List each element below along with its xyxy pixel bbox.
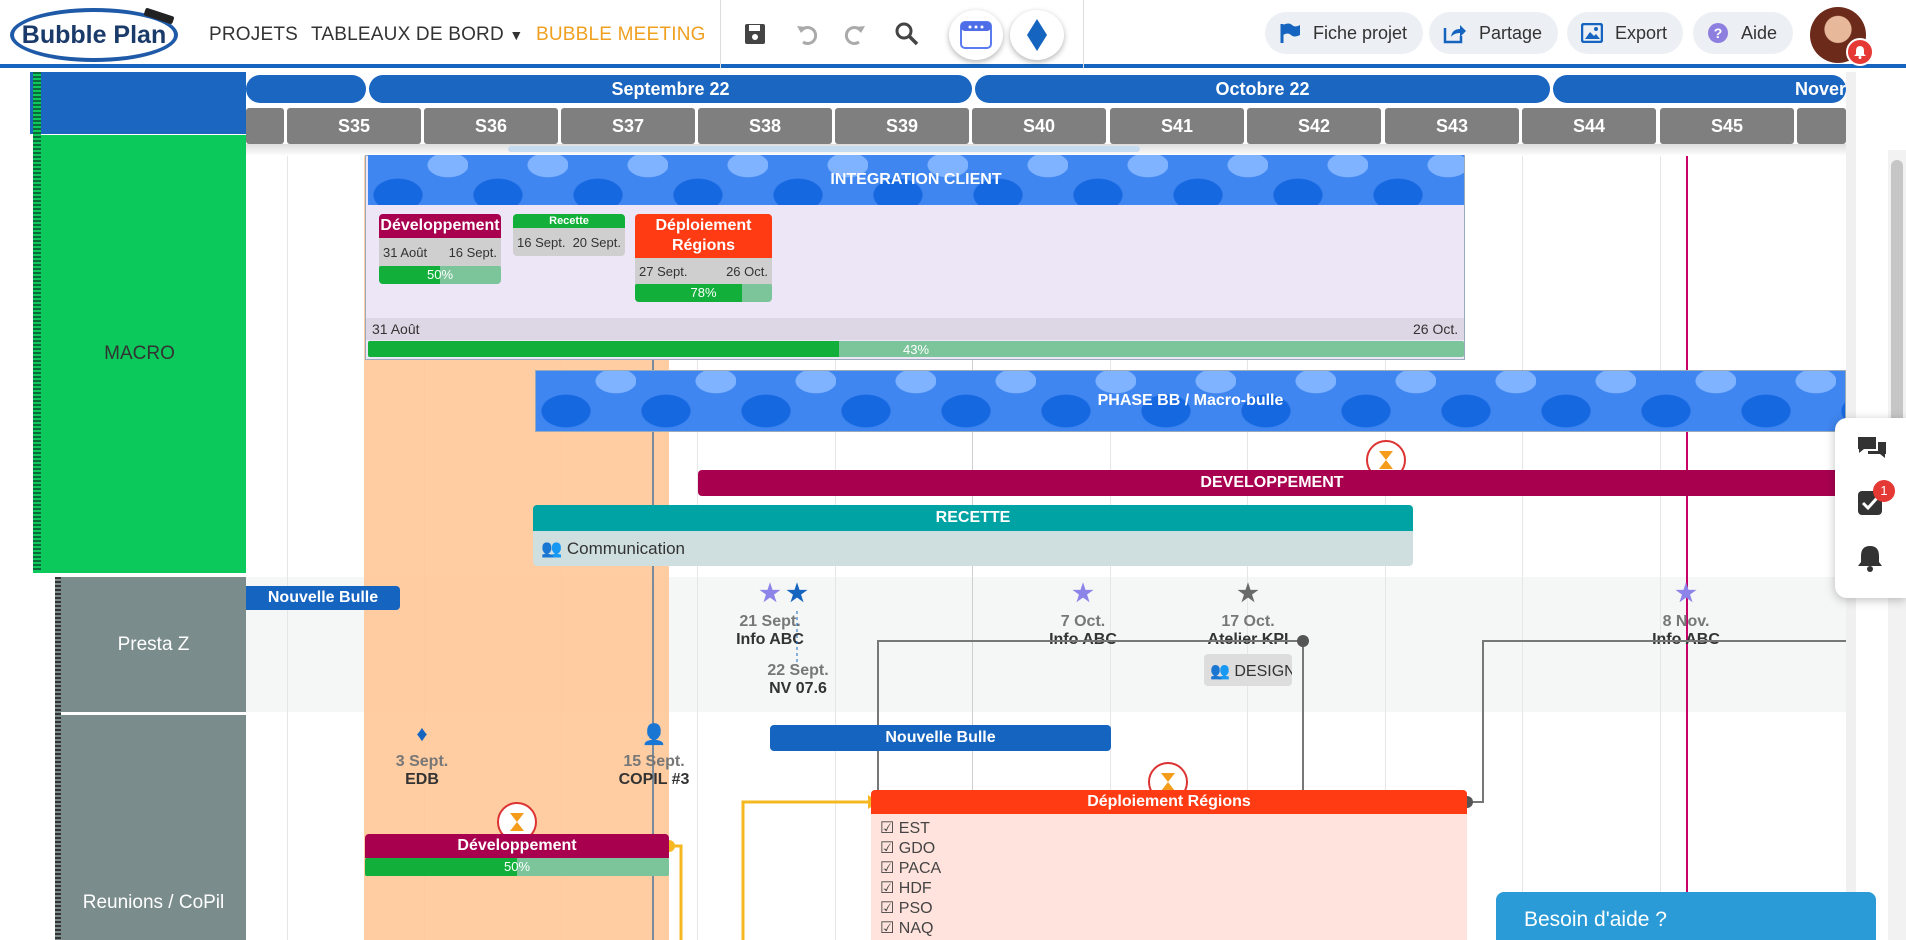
reunion-1-date: 3 Sept. xyxy=(395,753,449,770)
deploiement-regions-bar[interactable]: Déploiement Régions xyxy=(871,790,1467,814)
side-panel: 1 xyxy=(1835,418,1906,598)
chat-icon[interactable] xyxy=(1856,434,1888,467)
check-est[interactable]: EST xyxy=(880,818,930,838)
check-pso[interactable]: PSO xyxy=(880,898,933,918)
reunion-2-date: 15 Sept. xyxy=(623,753,685,770)
besoin-aide-button[interactable]: Besoin d'aide ? xyxy=(1496,892,1876,940)
reunion-2[interactable]: 15 Sept. COPIL #3 xyxy=(604,753,704,789)
developpement-reunion-bar[interactable]: Développement xyxy=(365,834,669,858)
reunion-1[interactable]: 3 Sept. EDB xyxy=(382,753,462,789)
diamond-milestone-icon[interactable]: ♦ xyxy=(402,723,442,745)
developpement-reunion-progress: 50% xyxy=(365,858,669,876)
developpement-reunion-progress-label: 50% xyxy=(503,859,531,874)
check-paca[interactable]: PACA xyxy=(880,858,941,878)
reunion-1-label: EDB xyxy=(405,771,439,788)
reunion-2-label: COPIL #3 xyxy=(618,771,690,788)
check-naq[interactable]: NAQ xyxy=(880,918,934,938)
nouvelle-bulle-reunion[interactable]: Nouvelle Bulle xyxy=(770,725,1111,751)
check-gdo[interactable]: GDO xyxy=(880,838,935,858)
deploiement-regions-body[interactable] xyxy=(871,814,1467,940)
task-count-badge: 1 xyxy=(1873,480,1895,502)
person-icon[interactable]: 👤 xyxy=(634,725,674,745)
bell-icon[interactable] xyxy=(1857,544,1883,577)
check-hdf[interactable]: HDF xyxy=(880,878,932,898)
